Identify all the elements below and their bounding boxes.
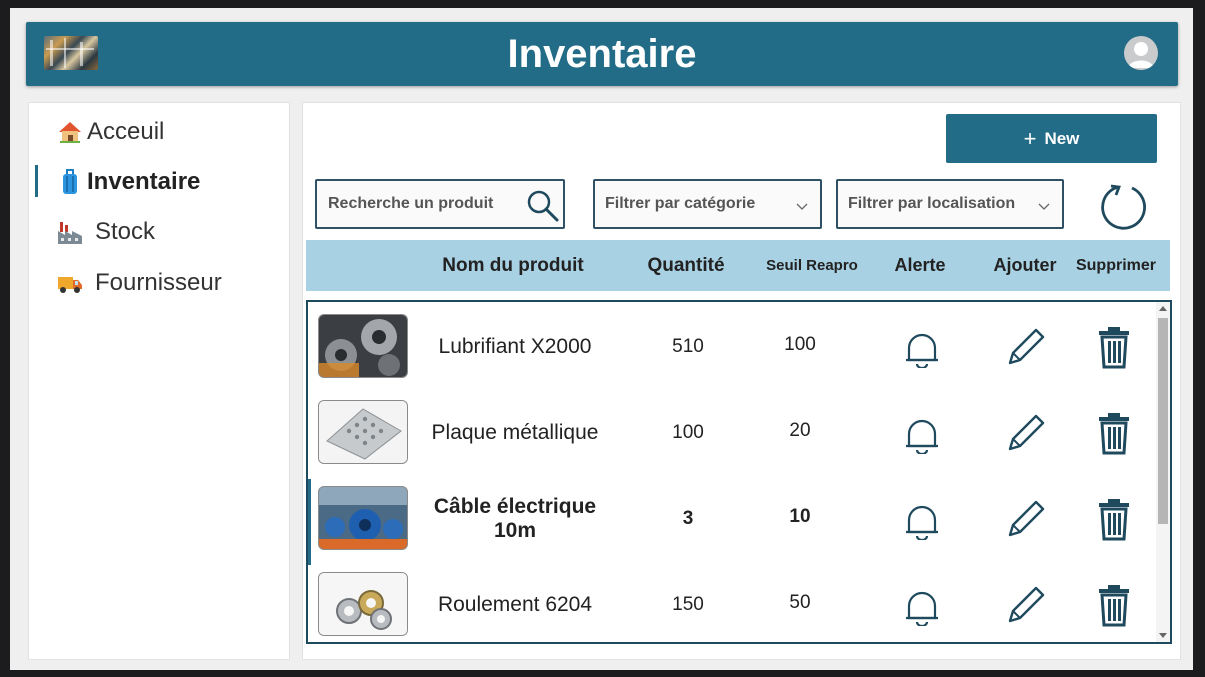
page-title: Inventaire <box>507 32 697 76</box>
sidebar-item-acceuil[interactable]: Acceuil <box>57 115 164 149</box>
chevron-down-icon <box>1038 198 1050 216</box>
column-header-name: Nom du produit <box>442 254 584 276</box>
trash-icon[interactable] <box>1092 325 1136 369</box>
plus-icon: + <box>1023 125 1037 151</box>
product-quantity: 510 <box>672 336 704 357</box>
product-image-cable <box>318 486 408 550</box>
sidebar-item-fournisseur[interactable]: Fournisseur <box>57 266 222 300</box>
product-image-metal-plate <box>318 400 408 464</box>
bell-icon[interactable] <box>900 326 944 370</box>
pencil-icon[interactable] <box>1004 325 1048 369</box>
product-image-gears <box>318 314 408 378</box>
category-filter-dropdown[interactable]: Filtrer par catégorie <box>593 179 822 229</box>
column-header-delete: Supprimer <box>1075 256 1156 274</box>
bell-icon[interactable] <box>900 584 944 628</box>
table-row[interactable]: Lubrifiant X2000 510 100 <box>308 307 1156 393</box>
delivery-truck-icon <box>57 270 83 296</box>
app-window: Inventaire Acceuil Inventaire Stock Four… <box>10 8 1193 670</box>
category-filter-value: Filtrer par catégorie <box>605 195 756 212</box>
column-header-threshold: Seuil Reapro <box>766 257 858 274</box>
new-button-label: New <box>1044 128 1080 148</box>
table-row[interactable]: Câble électrique 10m 3 10 <box>308 479 1156 565</box>
product-quantity: 100 <box>672 422 704 443</box>
pencil-icon[interactable] <box>1004 411 1048 455</box>
location-filter-dropdown[interactable]: Filtrer par localisation <box>836 179 1064 229</box>
sidebar-item-label: Stock <box>95 218 156 245</box>
product-threshold: 50 <box>789 592 811 613</box>
trash-icon[interactable] <box>1092 497 1136 541</box>
column-header-quantity: Quantité <box>647 254 725 276</box>
factory-icon <box>57 219 83 245</box>
luggage-icon <box>57 169 83 195</box>
new-product-button[interactable]: + New <box>946 114 1157 163</box>
product-image-bearings <box>318 572 408 636</box>
scrollbar[interactable] <box>1156 302 1170 642</box>
scrollbar-thumb[interactable] <box>1158 318 1168 524</box>
product-name: Lubrifiant X2000 <box>438 335 592 358</box>
trash-icon[interactable] <box>1092 583 1136 627</box>
product-name: Plaque métallique <box>431 421 599 444</box>
product-name: Câble électrique 10m <box>433 495 597 542</box>
sidebar-item-label: Fournisseur <box>95 269 222 296</box>
product-list: Lubrifiant X2000 510 100 Plaque métalliq… <box>306 300 1172 644</box>
table-row[interactable]: Plaque métallique 100 20 <box>308 393 1156 479</box>
column-header-alert: Alerte <box>894 255 946 275</box>
house-icon <box>57 119 83 145</box>
header-bar: Inventaire <box>26 22 1178 86</box>
sidebar-item-stock[interactable]: Stock <box>57 215 155 249</box>
bell-icon[interactable] <box>900 412 944 456</box>
trash-icon[interactable] <box>1092 411 1136 455</box>
product-threshold: 100 <box>784 334 816 355</box>
product-threshold: 20 <box>789 420 811 441</box>
main-panel: + New Recherche un produit Filtrer par c… <box>302 102 1181 660</box>
table-row[interactable]: Roulement 6204 150 50 <box>308 565 1156 642</box>
product-threshold: 10 <box>789 506 811 527</box>
location-filter-value: Filtrer par localisation <box>848 195 1016 212</box>
scroll-down-icon[interactable] <box>1159 633 1167 638</box>
product-quantity: 150 <box>672 594 704 615</box>
scroll-up-icon[interactable] <box>1159 306 1167 311</box>
column-header-add: Ajouter <box>993 255 1057 275</box>
pencil-icon[interactable] <box>1004 583 1048 627</box>
search-icon[interactable] <box>525 188 561 229</box>
sidebar-item-label: Inventaire <box>87 168 201 195</box>
product-quantity: 3 <box>682 508 694 529</box>
chevron-down-icon <box>796 198 808 216</box>
sidebar-item-label: Acceuil <box>87 118 165 145</box>
user-avatar-icon[interactable] <box>1124 36 1158 70</box>
product-name: Roulement 6204 <box>437 593 593 616</box>
search-input[interactable]: Recherche un produit <box>315 179 565 229</box>
sidebar: Acceuil Inventaire Stock Fournisseur <box>28 102 290 660</box>
refresh-icon[interactable] <box>1099 182 1149 237</box>
sidebar-item-inventaire[interactable]: Inventaire <box>57 165 200 199</box>
bell-icon[interactable] <box>900 498 944 542</box>
row-selection-indicator <box>308 479 311 565</box>
table-header: Nom du produit Quantité Seuil Reapro Ale… <box>306 240 1170 291</box>
active-nav-indicator <box>35 165 38 197</box>
pencil-icon[interactable] <box>1004 497 1048 541</box>
search-placeholder: Recherche un produit <box>328 195 494 212</box>
